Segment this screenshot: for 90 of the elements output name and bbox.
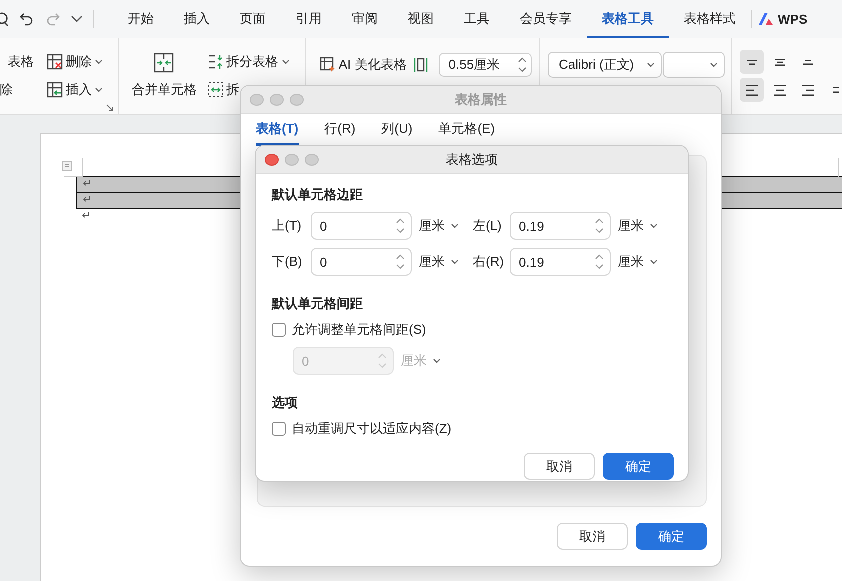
align-button[interactable] [740,50,764,74]
split-icon [208,54,224,70]
number-field[interactable]: 0 [311,212,412,240]
field-label: 左(L) [473,217,503,235]
unit-dropdown[interactable]: 厘米 [611,252,671,272]
align-icon [833,87,840,93]
align-icon [746,84,758,96]
dialog-tab[interactable]: 行(R) [324,120,356,146]
dialog-title: 表格属性 [455,90,507,108]
table-handle-icon [62,161,72,171]
menu-tab[interactable]: 开始 [113,0,169,38]
align-icon [747,60,758,64]
caret-icon [650,259,658,265]
dialog-tab[interactable]: 列(U) [382,120,413,146]
dialog-title: 表格选项 [446,150,498,168]
search-icon[interactable] [0,11,9,27]
stepper-icon [595,218,604,234]
section-heading: 默认单元格间距 [272,295,364,313]
unit-dropdown[interactable]: 厘米 [412,216,473,236]
ok-button[interactable]: 确定 [603,453,674,480]
ok-button[interactable]: 确定 [636,523,707,550]
number-field[interactable]: 0 [311,248,412,276]
menu-tab[interactable]: 会员专享 [505,0,587,38]
caret-icon [95,87,103,93]
brand-label: WPS [778,12,808,26]
caret-icon [451,223,459,229]
align-icon [803,60,814,64]
stepper-icon [396,254,405,270]
ribbon-label: 表格 [7,53,34,71]
close-button[interactable] [265,154,279,166]
table-sparkle-icon [320,57,336,73]
merge-cells-icon [154,53,174,73]
menu-tab[interactable]: 页面 [225,0,281,38]
stepper-icon [378,353,387,369]
ribbon-button[interactable]: 删除 [47,53,112,71]
number-field[interactable]: 0.19 [510,212,611,240]
section-heading: 选项 [272,394,299,412]
caret-icon [650,223,658,229]
checkbox[interactable] [272,323,286,337]
menu-tab[interactable]: 插入 [169,0,225,38]
split-icon [208,82,224,98]
merge-cells-button[interactable]: 合并单元格 [132,53,197,99]
align-icon [774,84,786,96]
chevron-down-icon[interactable] [71,15,83,23]
cancel-button[interactable]: 取消 [524,453,595,480]
stepper-icon [518,57,527,73]
dialog-tab[interactable]: 单元格(E) [438,120,496,146]
dialog-launcher-icon [106,104,114,112]
unit-dropdown[interactable]: 厘米 [611,216,671,236]
menu-tab[interactable]: 工具 [449,0,505,38]
paragraph-mark: ↵ [83,178,92,190]
checkbox-label: 允许调整单元格间距(S) [292,321,426,339]
table-icon [47,54,63,70]
logo-icon [758,12,774,26]
field-label: 右(R) [473,253,506,271]
font-select[interactable]: Calibri (正文) [548,52,662,78]
table-icon [47,82,63,98]
menu-tab[interactable]: 表格样式 [669,0,751,38]
width-field[interactable]: 0.55厘米 [438,53,532,77]
caret-icon [95,59,103,65]
align-button[interactable] [740,78,764,102]
align-icon [802,84,814,96]
number-field[interactable]: 0.19 [510,248,611,276]
paragraph-mark: ↵ [82,210,92,222]
ribbon-button[interactable]: 拆分表格 [208,53,299,71]
section-heading: 默认单元格边距 [272,186,364,204]
checkbox[interactable] [272,422,286,436]
column-width-icon [412,57,429,73]
caret-icon [647,62,656,68]
menu-tab[interactable]: 审阅 [337,0,393,38]
caret-icon [451,259,459,265]
menu-tab[interactable]: 引用 [281,0,337,38]
caret-icon [433,358,441,364]
align-icon [775,58,786,66]
stepper-icon [396,218,405,234]
field-label: 上(T) [272,217,303,235]
unit-dropdown[interactable]: 厘米 [412,252,473,272]
ai-beautify-button[interactable]: AI 美化表格 [320,56,407,74]
stepper-icon [595,254,604,270]
field-label: 下(B) [272,253,304,271]
menu-tab[interactable]: 视图 [393,0,449,38]
cancel-button[interactable]: 取消 [557,523,628,550]
paragraph-mark: ↵ [83,194,92,206]
caret-icon [282,59,290,65]
ribbon-label: 除 [0,81,14,99]
ribbon-button[interactable]: 插入 [47,81,112,99]
ribbon-button[interactable]: 拆 [208,81,299,99]
checkbox-label: 自动重调尺寸以适应内容(Z) [292,420,452,438]
undo-icon[interactable] [19,11,35,27]
caret-icon [710,62,718,68]
